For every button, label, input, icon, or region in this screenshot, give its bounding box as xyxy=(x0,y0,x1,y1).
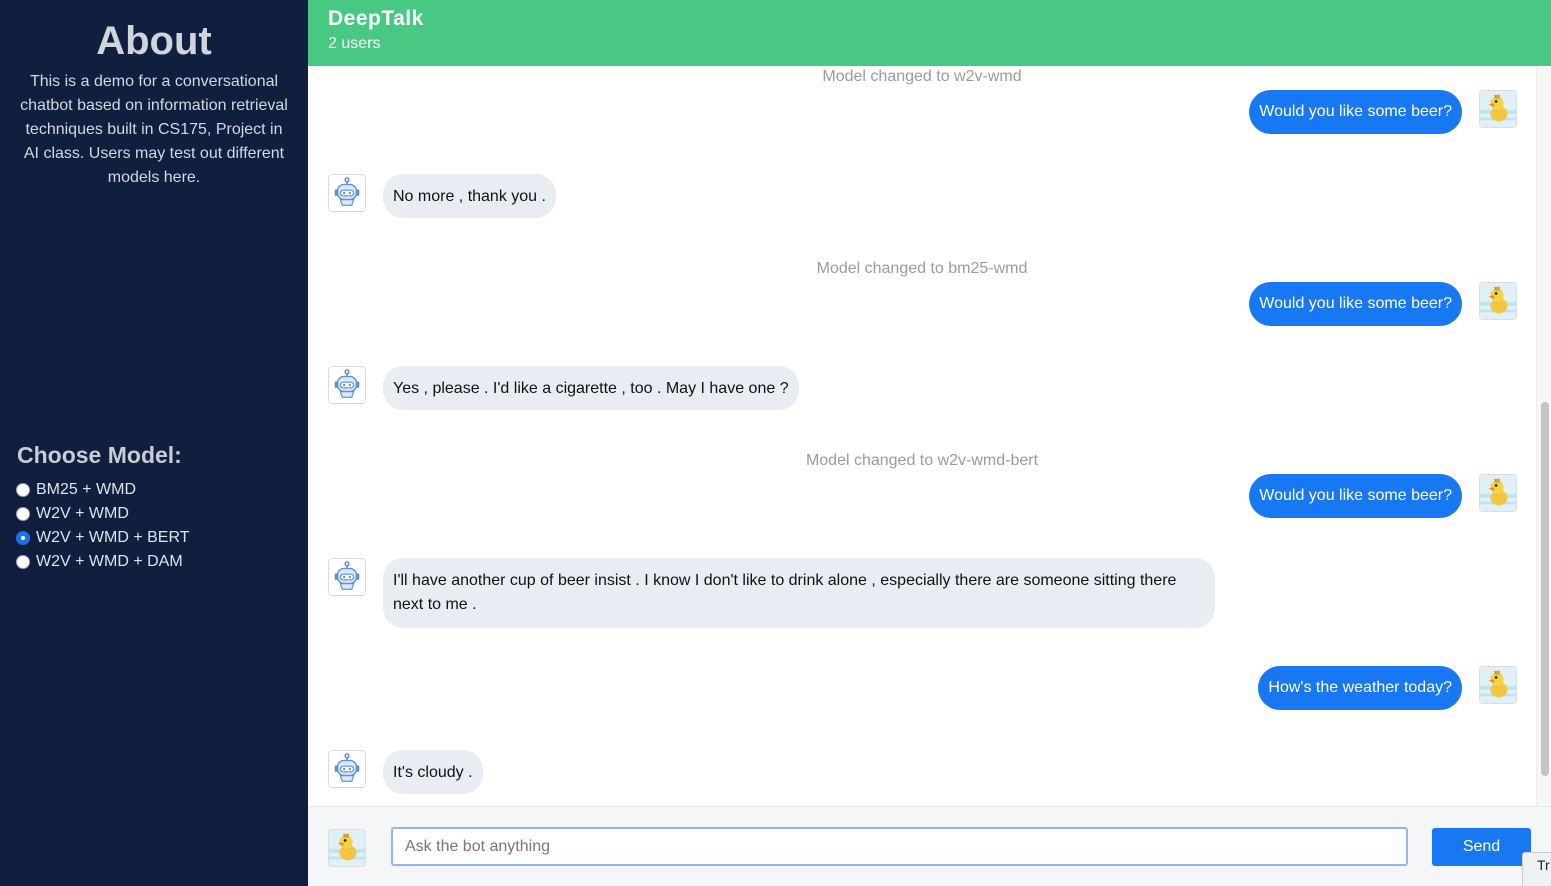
radio-button-selected[interactable] xyxy=(16,531,30,545)
robot-avatar-icon xyxy=(329,175,365,211)
user-message-bubble: Would you like some beer? xyxy=(1249,90,1462,134)
radio-button[interactable] xyxy=(16,483,30,497)
bot-avatar xyxy=(328,174,366,212)
model-option-label: W2V + WMD + BERT xyxy=(36,529,190,546)
robot-avatar-icon xyxy=(329,367,365,403)
system-message: Model changed to w2v-wmd xyxy=(822,68,1022,85)
model-option-w2v-wmd-dam[interactable]: W2V + WMD + DAM xyxy=(16,550,190,574)
radio-button[interactable] xyxy=(16,507,30,521)
robot-avatar-icon xyxy=(329,751,365,787)
radio-button[interactable] xyxy=(16,555,30,569)
message-input[interactable] xyxy=(391,827,1408,866)
message-list[interactable]: Model changed to w2v-wmd Would you like … xyxy=(308,66,1536,806)
bot-message-bubble: Yes , please . I'd like a cigarette , to… xyxy=(383,366,799,410)
about-title: About xyxy=(96,19,212,63)
corner-tab[interactable]: Tr xyxy=(1522,852,1551,886)
user-avatar xyxy=(1479,90,1517,128)
bot-message-bubble: It's cloudy . xyxy=(383,750,483,794)
send-button[interactable]: Send xyxy=(1432,828,1531,866)
chat-header: DeepTalk 2 users xyxy=(308,0,1551,66)
user-message-bubble: Would you like some beer? xyxy=(1249,474,1462,518)
model-option-w2v-wmd-bert[interactable]: W2V + WMD + BERT xyxy=(16,526,190,550)
user-count: 2 users xyxy=(328,35,381,52)
duck-avatar-icon xyxy=(1480,667,1516,703)
duck-avatar-icon xyxy=(1480,91,1516,127)
robot-avatar-icon xyxy=(329,559,365,595)
bot-avatar xyxy=(328,558,366,596)
user-message-bubble: Would you like some beer? xyxy=(1249,282,1462,326)
model-radio-group: BM25 + WMD W2V + WMD W2V + WMD + BERT W2… xyxy=(16,478,190,574)
app-title: DeepTalk xyxy=(328,7,424,30)
sidebar: About This is a demo for a conversationa… xyxy=(0,0,308,886)
about-description: This is a demo for a conversational chat… xyxy=(20,73,288,186)
scrollbar-thumb[interactable] xyxy=(1541,402,1549,776)
user-avatar xyxy=(1479,666,1517,704)
app-root: About This is a demo for a conversationa… xyxy=(0,0,1551,886)
system-message: Model changed to bm25-wmd xyxy=(816,260,1028,277)
bot-message-bubble: I'll have another cup of beer insist . I… xyxy=(383,558,1215,628)
model-option-bm25-wmd[interactable]: BM25 + WMD xyxy=(16,478,190,502)
user-message-bubble: How's the weather today? xyxy=(1258,666,1462,710)
model-option-label: W2V + WMD xyxy=(36,505,129,522)
choose-model-title: Choose Model: xyxy=(17,442,182,468)
duck-avatar-icon xyxy=(1480,475,1516,511)
bot-avatar xyxy=(328,750,366,788)
user-avatar xyxy=(1479,474,1517,512)
chat-scrollbar[interactable] xyxy=(1536,66,1551,806)
model-option-label: W2V + WMD + DAM xyxy=(36,553,183,570)
model-option-w2v-wmd[interactable]: W2V + WMD xyxy=(16,502,190,526)
bot-avatar xyxy=(328,366,366,404)
bot-message-bubble: No more , thank you . xyxy=(383,174,556,218)
message-composer: Send xyxy=(308,806,1551,886)
duck-avatar-icon xyxy=(1480,283,1516,319)
user-avatar xyxy=(1479,282,1517,320)
model-option-label: BM25 + WMD xyxy=(36,481,137,498)
system-message: Model changed to w2v-wmd-bert xyxy=(805,452,1039,469)
current-user-avatar xyxy=(328,829,366,867)
duck-avatar-icon xyxy=(329,830,365,866)
